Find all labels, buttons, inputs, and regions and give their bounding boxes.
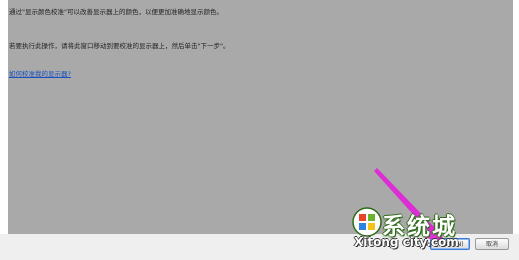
site-watermark: 系统城 Xitong city.com <box>340 205 515 257</box>
windows-logo-icon <box>352 207 382 237</box>
watermark-english-text: Xitong city.com <box>354 235 459 249</box>
